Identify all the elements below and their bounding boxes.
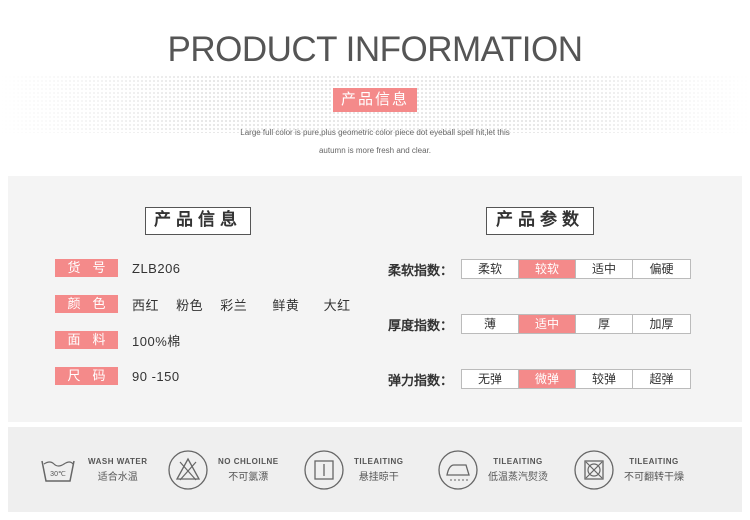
info-row-size: 尺码 90 -150 xyxy=(55,367,180,385)
care-label-en: TILEAITING xyxy=(629,456,679,466)
color-option: 鲜黄 xyxy=(272,297,300,313)
care-label-en: TILEAITING xyxy=(493,456,543,466)
care-label-cn: 不可氯漂 xyxy=(228,471,269,483)
care-instructions: 30℃ WASH WATER 适合水温 NO CHLOILNE 不可氯漂 TIL… xyxy=(8,427,742,512)
care-item-bleach: NO CHLOILNE 不可氯漂 xyxy=(168,427,279,512)
info-row-fabric: 面料 100%棉 xyxy=(55,331,181,349)
product-info-title: 产品信息 xyxy=(145,207,251,235)
color-option: 大红 xyxy=(323,297,351,313)
param-option: 柔软 xyxy=(462,260,519,278)
care-label: TILEAITING 悬挂晾干 xyxy=(354,457,403,483)
param-option: 无弹 xyxy=(462,370,519,388)
param-row-elasticity: 弹力指数： 无弹 微弹 较弹 超弹 xyxy=(388,369,691,389)
care-label: TILEAITING 不可翻转干燥 xyxy=(624,457,684,483)
info-value: ZLB206 xyxy=(132,260,181,276)
param-option-selected: 较软 xyxy=(519,260,576,278)
description-line-1: Large full color is pure,plus geometric … xyxy=(240,128,510,137)
info-value: 100%棉 xyxy=(132,333,181,349)
no-bleach-icon xyxy=(168,449,208,490)
header-description: Large full color is pure,plus geometric … xyxy=(0,124,750,160)
param-label: 厚度指数： xyxy=(388,317,454,333)
parameters-panel: 产品信息 产品参数 货号 ZLB206 颜色 西红 粉色 彩兰 鲜黄 大红 面料… xyxy=(8,176,742,422)
care-label: NO CHLOILNE 不可氯漂 xyxy=(218,457,279,483)
iron-steam-icon xyxy=(438,449,478,490)
care-label-en: NO CHLOILNE xyxy=(218,456,279,466)
care-label-en: TILEAITING xyxy=(354,456,404,466)
page-title: PRODUCT INFORMATION xyxy=(167,30,583,69)
param-scale: 柔软 较软 适中 偏硬 xyxy=(461,259,691,279)
description-line-2: autumn is more fresh and clear. xyxy=(318,146,432,155)
hang-dry-icon xyxy=(304,449,344,490)
param-option: 较弹 xyxy=(576,370,633,388)
param-option: 薄 xyxy=(462,315,519,333)
param-option: 超弹 xyxy=(649,372,674,386)
param-option: 加厚 xyxy=(649,317,674,331)
param-label: 弹力指数： xyxy=(388,372,454,388)
color-option: 彩兰 xyxy=(220,297,248,313)
param-scale: 薄 适中 厚 加厚 xyxy=(461,314,691,334)
care-item-hang-dry: TILEAITING 悬挂晾干 xyxy=(304,427,403,512)
info-label: 面料 xyxy=(55,331,118,349)
param-label: 柔软指数： xyxy=(388,262,454,278)
param-option-selected: 微弹 xyxy=(519,370,576,388)
info-row-sku: 货号 ZLB206 xyxy=(55,259,181,277)
param-row-thickness: 厚度指数： 薄 适中 厚 加厚 xyxy=(388,314,691,334)
info-label: 货号 xyxy=(55,259,118,277)
care-item-tumble: TILEAITING 不可翻转干燥 xyxy=(574,427,684,512)
info-value-colors: 西红 粉色 彩兰 鲜黄 大红 xyxy=(132,295,364,314)
color-option: 西红 xyxy=(132,297,160,313)
care-label-en: WASH WATER xyxy=(88,456,148,466)
product-info-header: PRODUCT INFORMATION 产品信息 Large full colo… xyxy=(0,0,750,170)
color-option: 粉色 xyxy=(176,297,204,313)
care-label-cn: 悬挂晾干 xyxy=(358,471,399,483)
info-value: 90 -150 xyxy=(132,368,180,384)
info-label: 尺码 xyxy=(55,367,118,385)
param-option: 适中 xyxy=(576,260,633,278)
care-label-cn: 低温蒸汽熨烫 xyxy=(488,471,548,483)
wash-30-icon: 30℃ xyxy=(38,450,78,490)
param-option-selected: 适中 xyxy=(519,315,576,333)
care-item-iron: TILEAITING 低温蒸汽熨烫 xyxy=(438,427,548,512)
header-badge: 产品信息 xyxy=(333,88,417,112)
param-option: 偏硬 xyxy=(649,262,674,276)
param-row-softness: 柔软指数： 柔软 较软 适中 偏硬 xyxy=(388,259,691,279)
info-label: 颜色 xyxy=(55,295,118,313)
care-item-wash: 30℃ WASH WATER 适合水温 xyxy=(38,427,148,512)
param-option: 厚 xyxy=(576,315,633,333)
care-label-cn: 不可翻转干燥 xyxy=(624,471,684,483)
care-label: WASH WATER 适合水温 xyxy=(88,457,148,483)
care-label: TILEAITING 低温蒸汽熨烫 xyxy=(488,457,548,483)
info-row-colors: 颜色 西红 粉色 彩兰 鲜黄 大红 xyxy=(55,295,364,313)
product-params-title: 产品参数 xyxy=(486,207,594,235)
wash-temp-label: 30℃ xyxy=(50,471,66,478)
param-scale: 无弹 微弹 较弹 超弹 xyxy=(461,369,691,389)
care-label-cn: 适合水温 xyxy=(97,471,138,483)
no-tumble-dry-icon xyxy=(574,449,614,490)
